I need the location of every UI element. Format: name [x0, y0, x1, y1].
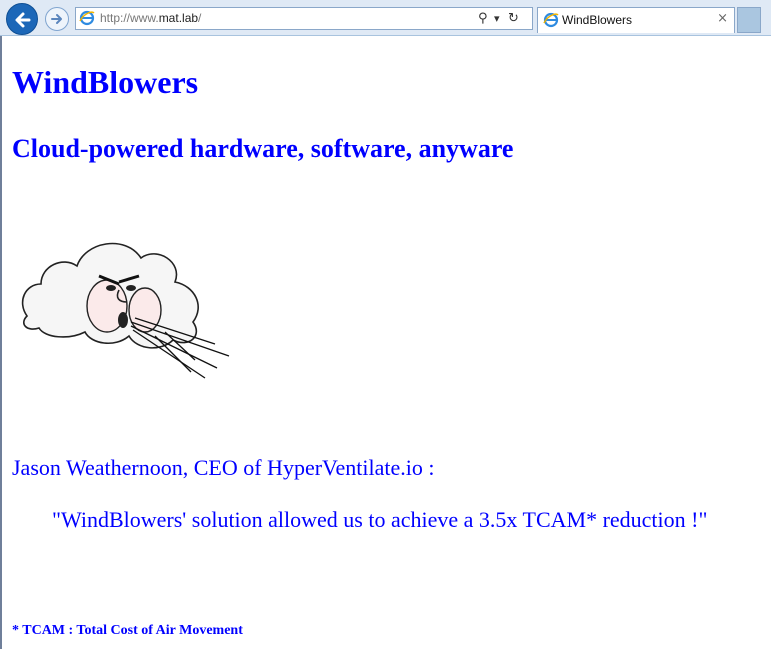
tab-title: WindBlowers	[562, 13, 633, 27]
testimonial-quote: "WindBlowers' solution allowed us to ach…	[52, 507, 708, 532]
new-tab-button[interactable]	[737, 7, 761, 33]
page-tagline: Cloud-powered hardware, software, anywar…	[12, 134, 514, 163]
testimonial-author: Jason Weathernoon, CEO of HyperVentilate…	[12, 455, 435, 480]
url-text[interactable]: http://www.mat.lab/	[100, 11, 201, 25]
forward-button[interactable]	[45, 7, 69, 31]
browser-tab[interactable]: WindBlowers ×	[537, 7, 735, 33]
page-title: WindBlowers	[12, 64, 199, 100]
address-bar-tools: ⚲ ▾ ↻	[476, 11, 528, 27]
page-left-border	[0, 36, 2, 649]
forward-arrow-icon	[51, 14, 62, 24]
url-domain: mat.lab	[158, 11, 199, 25]
close-icon[interactable]: ×	[717, 11, 728, 26]
url-prefix: http://www.	[100, 11, 159, 25]
browser-toolbar: http://www.mat.lab/ ⚲ ▾ ↻ WindBlowers ×	[0, 0, 771, 36]
back-button[interactable]	[6, 3, 38, 35]
chevron-down-icon[interactable]: ▾	[494, 12, 500, 25]
search-icon[interactable]: ⚲	[478, 11, 488, 26]
url-suffix: /	[198, 11, 202, 25]
address-bar[interactable]: http://www.mat.lab/ ⚲ ▾ ↻	[75, 7, 533, 30]
refresh-icon[interactable]: ↻	[508, 11, 519, 26]
blowing-cloud-image	[21, 242, 230, 379]
back-arrow-icon	[15, 12, 31, 28]
ie-tab-icon	[543, 12, 559, 28]
footnote: * TCAM : Total Cost of Air Movement	[12, 623, 243, 638]
ie-page-icon	[79, 10, 95, 26]
